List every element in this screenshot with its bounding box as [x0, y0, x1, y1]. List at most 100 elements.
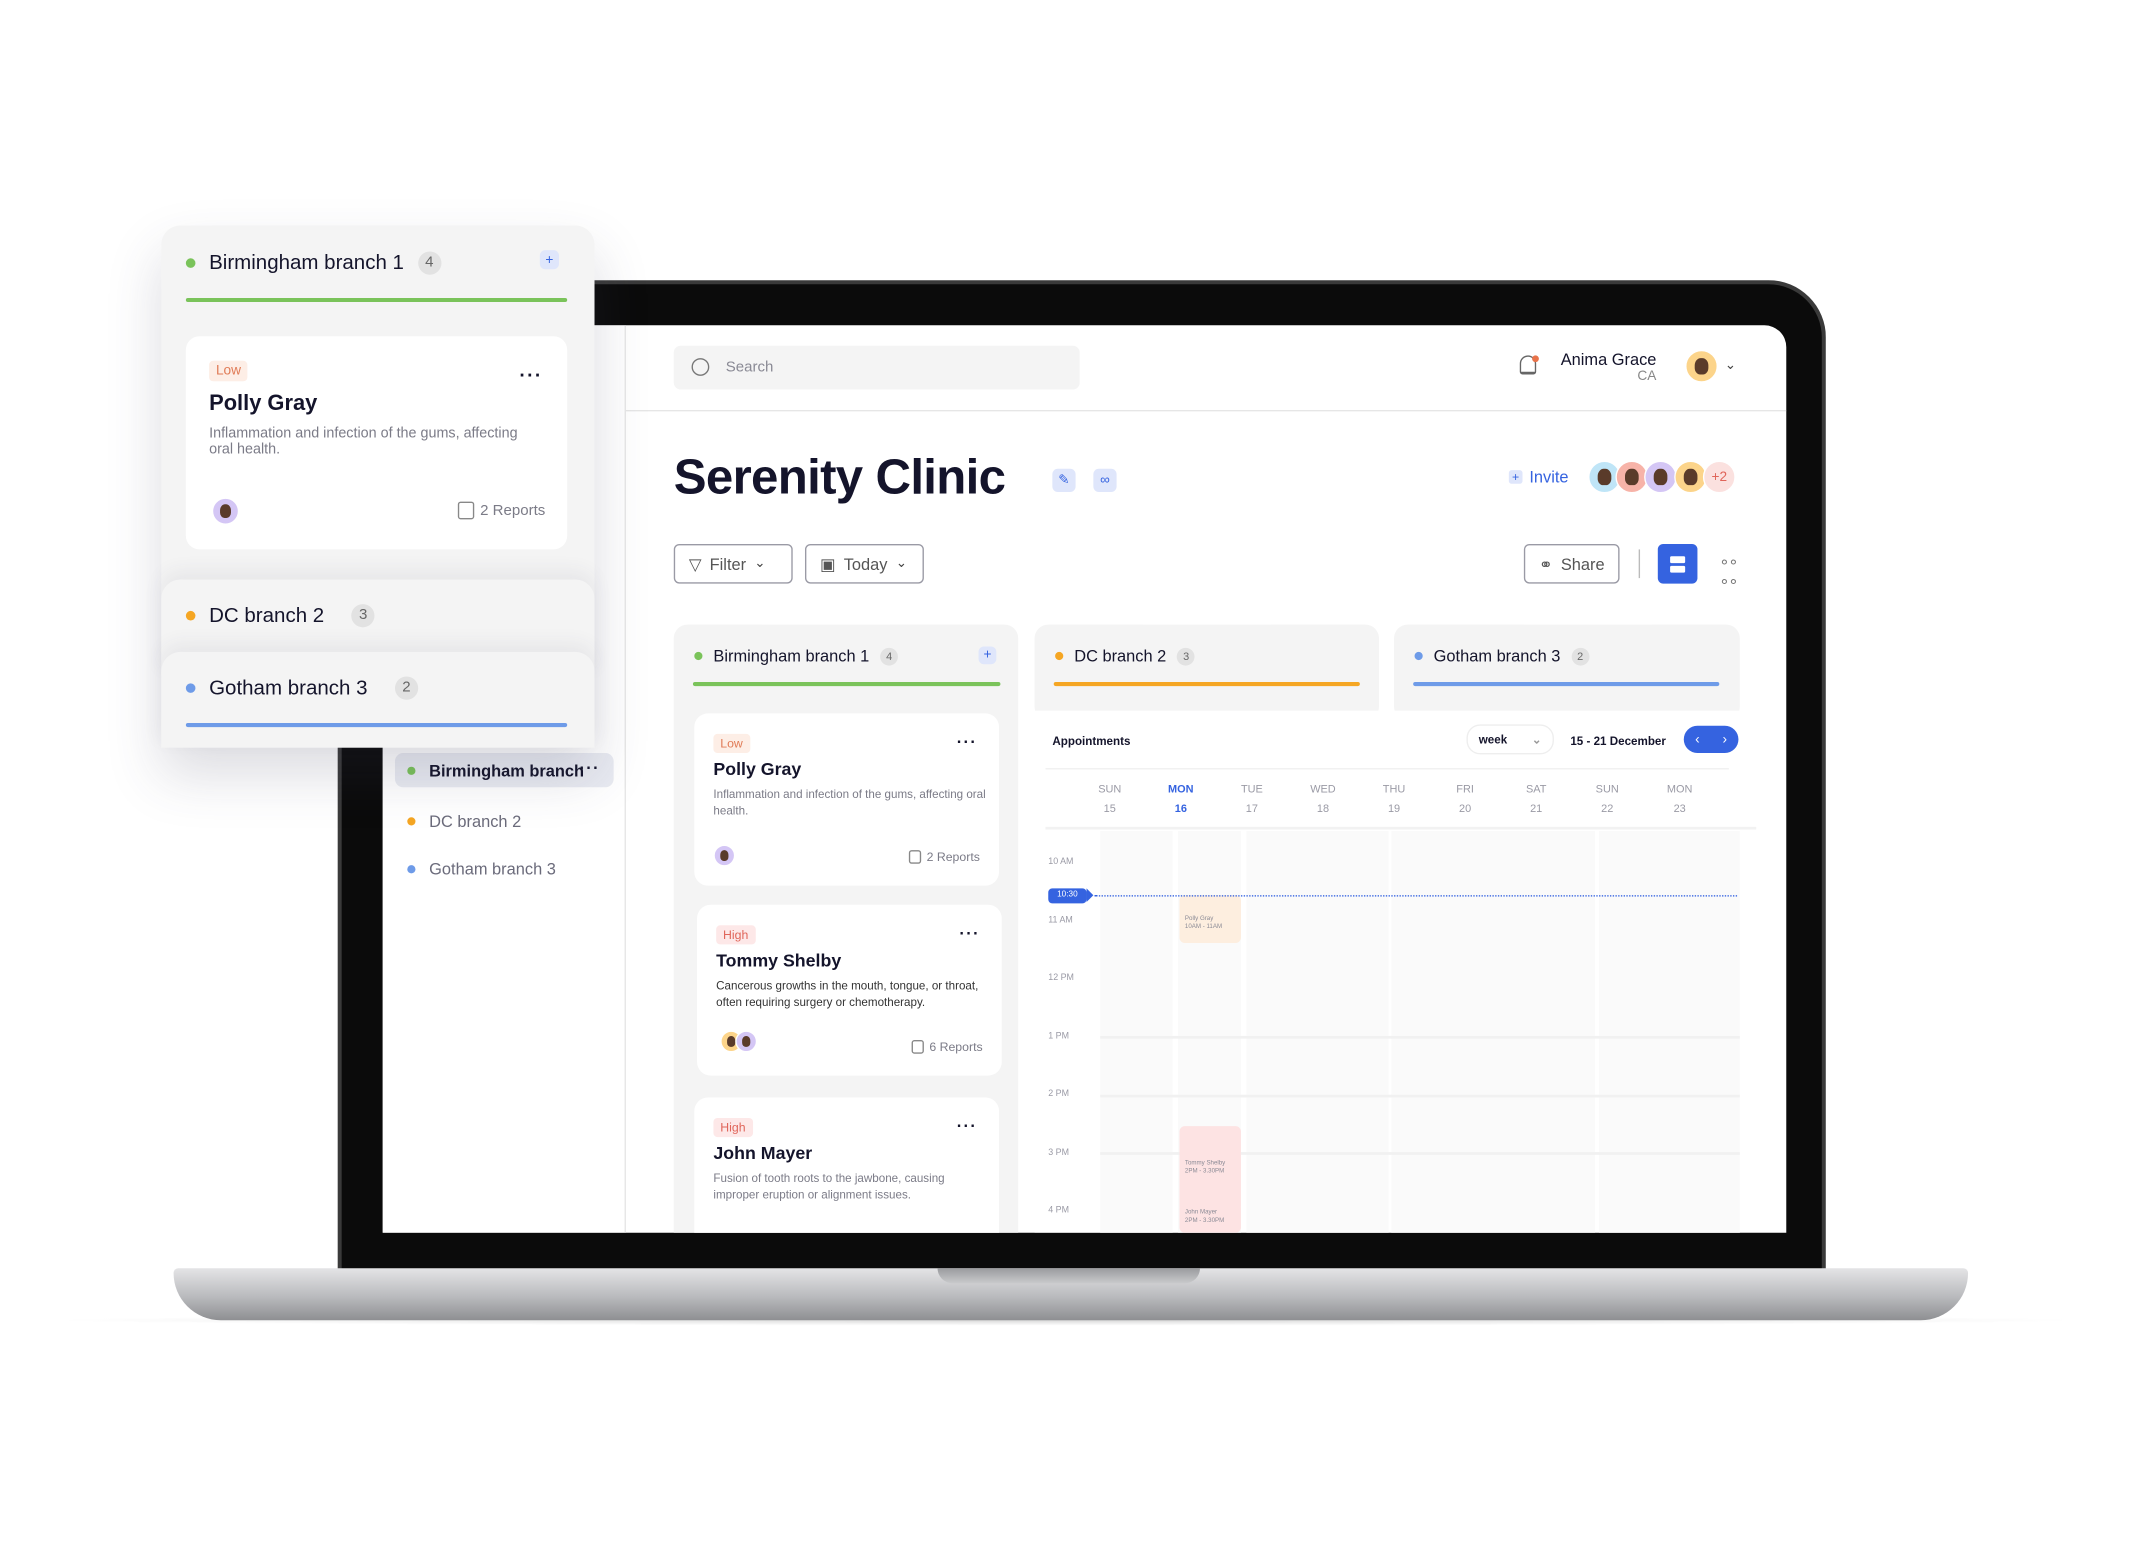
share-button[interactable]: ⚭ Share — [1523, 543, 1620, 584]
day-number: 15 — [1103, 802, 1116, 815]
add-card-button[interactable]: + — [978, 646, 997, 665]
priority-badge: Low — [713, 733, 750, 754]
event-john-mayer[interactable]: John Mayer 2PM - 3.30PM — [1179, 1202, 1241, 1233]
time-label: 3 PM — [1048, 1147, 1069, 1157]
priority-badge: Low — [209, 360, 248, 382]
event-name: Tommy Shelby — [1184, 1158, 1226, 1166]
assignee-avatar — [211, 497, 240, 525]
reports-label: 6 Reports — [929, 1040, 983, 1054]
patient-card[interactable]: High ··· John Mayer Fusion of tooth root… — [694, 1097, 1000, 1233]
column-gotham: Gotham branch 3 2 — [1394, 624, 1740, 721]
column-gotham-collapsed[interactable]: Gotham branch 3 2 — [161, 651, 595, 748]
reports-count[interactable]: 2 Reports — [458, 501, 545, 520]
day-header[interactable]: FRI 20 — [1438, 780, 1493, 818]
status-dot — [185, 258, 196, 268]
more-members-badge[interactable]: +2 — [1702, 460, 1736, 494]
patient-description: Cancerous growths in the mouth, tongue, … — [716, 978, 979, 1009]
day-name: WED — [1310, 783, 1336, 796]
calendar-title: Appointments — [1052, 733, 1131, 748]
add-card-button[interactable]: + — [539, 250, 559, 270]
sidebar-item-label: DC branch 2 — [429, 811, 522, 831]
column-count: 4 — [417, 251, 441, 275]
date-range: 15 - 21 December — [1570, 733, 1666, 748]
grid-view-icon[interactable]: ∘∘ ∘∘ — [1719, 552, 1738, 590]
user-avatar[interactable] — [1685, 349, 1718, 383]
patient-card[interactable]: Low ··· Polly Gray Inflammation and infe… — [185, 336, 568, 550]
day-number: 20 — [1459, 802, 1472, 815]
time-label: 2 PM — [1048, 1089, 1069, 1099]
day-header[interactable]: SUN 22 — [1580, 780, 1635, 818]
column-count: 2 — [1571, 647, 1590, 665]
day-header[interactable]: WED 18 — [1296, 780, 1351, 818]
date-button[interactable]: ▣ Today ⌄ — [804, 543, 924, 584]
day-name: FRI — [1456, 783, 1474, 796]
link-icon[interactable]: ∞ — [1093, 468, 1117, 493]
column-birmingham: Birmingham branch 1 4 + Low ··· Polly Gr… — [673, 624, 1019, 1233]
day-header[interactable]: SUN 15 — [1082, 780, 1137, 818]
patient-card[interactable]: High ··· Tommy Shelby Cancerous growths … — [697, 904, 1002, 1076]
sidebar-item-birmingham[interactable]: Birmingham branch ··· — [394, 753, 614, 788]
sidebar-item-dc[interactable]: DC branch 2 — [395, 804, 614, 838]
day-name: THU — [1382, 783, 1406, 796]
prev-week-button[interactable]: ‹ — [1695, 732, 1700, 747]
day-header[interactable]: THU 19 — [1367, 780, 1422, 818]
status-dot — [407, 766, 416, 775]
chevron-down-icon: ⌄ — [1531, 731, 1542, 746]
appointments-calendar: Appointments week ⌄ 15 - 21 December ‹ › S… — [1034, 710, 1757, 1233]
day-header[interactable]: TUE 17 — [1225, 780, 1280, 818]
day-header[interactable]: MON 16 — [1153, 780, 1208, 818]
time-label: 12 PM — [1048, 973, 1074, 983]
column-bar — [692, 681, 1001, 687]
assignee-avatar — [735, 1030, 758, 1053]
search-input[interactable]: Search — [673, 345, 1080, 390]
patient-name: Tommy Shelby — [716, 949, 842, 971]
grid-line — [1100, 1094, 1740, 1098]
priority-badge: High — [713, 1117, 753, 1138]
column-header: Gotham branch 3 2 — [185, 676, 419, 700]
share-label: Share — [1560, 554, 1605, 574]
event-polly-gray[interactable]: Polly Gray 10AM - 11AM — [1179, 895, 1241, 944]
invite-button[interactable]: + Invite — [1508, 467, 1569, 487]
sidebar-item-gotham[interactable]: Gotham branch 3 — [395, 851, 614, 885]
current-time-marker: 10:30 — [1048, 888, 1087, 904]
reports-label: 2 Reports — [926, 850, 980, 864]
more-icon[interactable]: ··· — [959, 924, 980, 943]
event-name: Polly Gray — [1184, 914, 1214, 922]
status-dot — [694, 651, 703, 661]
divider — [1045, 768, 1729, 770]
status-dot — [185, 610, 196, 621]
more-icon[interactable]: ··· — [957, 1117, 978, 1136]
patient-description: Fusion of tooth roots to the jawbone, ca… — [713, 1171, 945, 1202]
list-view-button[interactable] — [1657, 543, 1698, 584]
grid-column — [1246, 830, 1389, 1233]
event-tommy-shelby[interactable]: Tommy Shelby 2PM - 3.30PM — [1179, 1126, 1241, 1211]
filter-button[interactable]: ▽ Filter ⌄ — [673, 543, 793, 584]
column-header: DC branch 2 3 — [1055, 646, 1196, 666]
next-week-button[interactable]: › — [1722, 732, 1727, 747]
member-avatar — [1644, 460, 1677, 494]
day-number: 16 — [1174, 802, 1187, 815]
day-header[interactable]: MON 23 — [1652, 780, 1707, 818]
search-placeholder: Search — [725, 359, 774, 376]
invite-label: Invite — [1529, 467, 1569, 487]
more-icon[interactable]: ··· — [519, 364, 542, 386]
header-divider — [625, 410, 1787, 412]
time-label: 1 PM — [1048, 1031, 1069, 1041]
view-select[interactable]: week ⌄ — [1466, 724, 1554, 755]
page-title: Serenity Clinic — [673, 448, 1006, 505]
column-title: Birmingham branch 1 — [209, 251, 404, 275]
day-header[interactable]: SAT 21 — [1509, 780, 1564, 818]
column-count: 4 — [880, 647, 899, 665]
patient-description: Inflammation and infection of the gums, … — [713, 787, 986, 818]
more-icon[interactable]: ··· — [579, 759, 600, 778]
more-icon[interactable]: ··· — [957, 733, 978, 752]
reports-count[interactable]: 6 Reports — [911, 1040, 983, 1054]
reports-count[interactable]: 2 Reports — [908, 850, 980, 864]
grid-line — [1100, 1035, 1740, 1039]
patient-card[interactable]: Low ··· Polly Gray Inflammation and infe… — [694, 713, 1000, 886]
column-bar — [1413, 681, 1720, 687]
plus-icon: + — [1508, 470, 1523, 484]
status-dot — [407, 865, 416, 874]
chevron-down-icon[interactable]: ⌄ — [1725, 358, 1736, 373]
edit-icon[interactable]: ✎ — [1052, 468, 1076, 493]
